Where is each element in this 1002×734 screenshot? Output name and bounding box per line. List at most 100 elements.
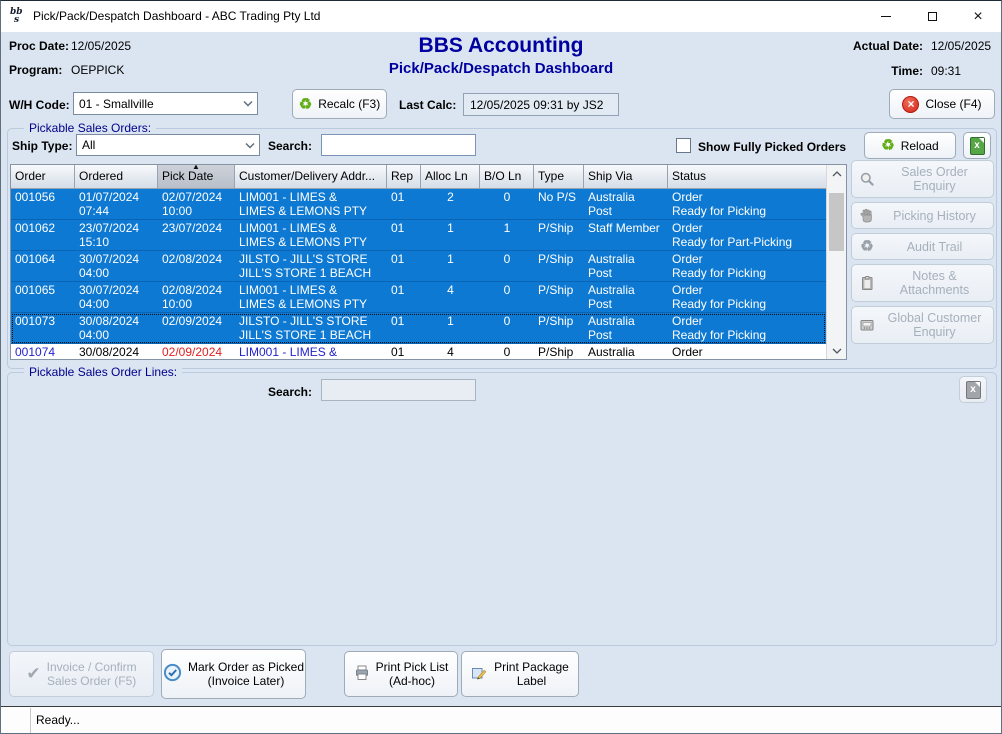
print-package-label-button[interactable]: Print PackageLabel (461, 651, 579, 697)
check-icon: ✔ (26, 664, 40, 684)
audit-trail-button[interactable]: ♻ Audit Trail (851, 233, 994, 260)
table-cell: 001074 (11, 344, 75, 359)
scroll-up-icon[interactable] (827, 165, 846, 182)
table-cell: Order (668, 344, 826, 359)
table-cell: 01 (387, 220, 421, 250)
column-header-type[interactable]: Type (534, 165, 584, 188)
last-calc-label: Last Calc: (399, 98, 456, 112)
invoice-confirm-button[interactable]: ✔ Invoice / ConfirmSales Order (F5) (9, 651, 154, 697)
window-close-button[interactable]: × (955, 1, 1001, 32)
column-header-bo-ln[interactable]: B/O Ln (480, 165, 534, 188)
table-cell: 001073 (11, 313, 75, 343)
close-f4-button[interactable]: × Close (F4) (889, 89, 995, 119)
column-header-alloc-ln[interactable]: Alloc Ln (421, 165, 480, 188)
column-header-status[interactable]: Status (668, 165, 826, 188)
column-header-customer[interactable]: Customer/Delivery Addr... (235, 165, 387, 188)
table-cell: 01 (387, 282, 421, 312)
global-customer-enquiry-button[interactable]: Global Customer Enquiry (851, 306, 994, 344)
orders-table-body: 00105601/07/202407:4402/07/202410:00LIM0… (11, 189, 826, 359)
side-button-label: Global Customer Enquiry (882, 311, 993, 339)
table-cell: OrderReady for Part-Picking (668, 220, 826, 250)
lines-search-input[interactable] (321, 379, 476, 401)
table-cell: 30/07/202404:00 (75, 282, 158, 312)
orders-export-excel-button[interactable]: x (963, 132, 991, 159)
column-header-pick-date[interactable]: ▲Pick Date (158, 165, 235, 188)
reload-button[interactable]: ♻ Reload (864, 132, 956, 159)
mark-order-picked-button[interactable]: Mark Order as Picked(Invoice Later) (161, 649, 306, 699)
sales-order-enquiry-button[interactable]: Sales Order Enquiry (851, 160, 994, 198)
table-cell: LIM001 - LIMES &LIMES & LEMONS PTY (235, 220, 387, 250)
table-cell: 001065 (11, 282, 75, 312)
side-button-label: Sales Order Enquiry (882, 165, 993, 193)
side-button-label: Picking History (882, 209, 993, 223)
wh-code-select[interactable]: 01 - Smallville (73, 92, 258, 115)
side-button-label: Notes & Attachments (882, 269, 993, 297)
table-cell: 001064 (11, 251, 75, 281)
print-pick-label-line1: Print Pick List (376, 660, 449, 674)
lines-export-excel-button[interactable]: x (959, 376, 987, 403)
table-cell: P/Ship (534, 344, 584, 359)
status-bar-cell (1, 708, 31, 733)
print-package-label-line1: Print Package (494, 660, 569, 674)
table-cell: 23/07/202415:10 (75, 220, 158, 250)
reload-label: Reload (901, 139, 939, 153)
maximize-button[interactable] (909, 1, 955, 32)
label-pencil-icon (471, 665, 488, 684)
table-row[interactable]: 00106530/07/202404:0002/08/202410:00LIM0… (11, 282, 826, 313)
ship-type-value: All (82, 138, 95, 152)
close-f4-label: Close (F4) (925, 97, 981, 111)
print-pick-list-button[interactable]: Print Pick List(Ad-hoc) (344, 651, 458, 697)
window-title: Pick/Pack/Despatch Dashboard - ABC Tradi… (33, 9, 320, 23)
table-cell: P/Ship (534, 282, 584, 312)
last-calc-value: 12/05/2025 09:31 by JS2 (470, 98, 603, 112)
orders-table: Order Ordered ▲Pick Date Customer/Delive… (10, 164, 847, 360)
lines-group-title: Pickable Sales Order Lines: (24, 365, 182, 379)
column-header-ordered[interactable]: Ordered (75, 165, 158, 188)
status-text: Ready... (36, 713, 80, 727)
recalc-button[interactable]: ♻ Recalc (F3) (292, 89, 387, 119)
notes-icon (852, 275, 882, 291)
mark-label-line2: (Invoice Later) (208, 674, 285, 688)
close-circle-icon: × (902, 96, 919, 113)
invoice-label-line1: Invoice / Confirm (47, 660, 137, 674)
print-pick-label-line2: (Ad-hoc) (389, 674, 435, 688)
table-cell: Australia (584, 344, 668, 359)
status-bar: Ready... (1, 706, 1001, 733)
orders-group-title: Pickable Sales Orders: (24, 121, 156, 135)
table-row[interactable]: 00105601/07/202407:4402/07/202410:00LIM0… (11, 189, 826, 220)
table-cell: AustraliaPost (584, 282, 668, 312)
column-header-rep[interactable]: Rep (387, 165, 421, 188)
table-cell: 02/09/2024 (158, 313, 235, 343)
table-cell: JILSTO - JILL'S STOREJILL'S STORE 1 BEAC… (235, 251, 387, 281)
orders-table-scrollbar[interactable] (826, 165, 846, 359)
excel-icon: x (970, 137, 985, 155)
scroll-down-icon[interactable] (827, 342, 846, 359)
table-cell: 0 (480, 189, 534, 219)
minimize-button[interactable] (863, 1, 909, 32)
column-header-ship-via[interactable]: Ship Via (584, 165, 668, 188)
table-cell: P/Ship (534, 313, 584, 343)
table-cell: 0 (480, 282, 534, 312)
table-cell: Staff Member (584, 220, 668, 250)
table-row[interactable]: 00106223/07/202415:1023/07/2024LIM001 - … (11, 220, 826, 251)
table-row[interactable]: 00107430/08/202402/09/2024LIM001 - LIMES… (11, 344, 826, 359)
table-cell: 1 (421, 220, 480, 250)
table-cell: 01 (387, 189, 421, 219)
table-cell: AustraliaPost (584, 189, 668, 219)
wh-code-label: W/H Code: (9, 98, 70, 112)
actual-date-value: 12/05/2025 (931, 39, 991, 53)
circled-check-icon (163, 663, 182, 685)
orders-search-input[interactable] (321, 134, 476, 156)
orders-group: Pickable Sales Orders: Ship Type: All Se… (7, 128, 997, 369)
scrollbar-thumb[interactable] (829, 193, 844, 251)
lines-group: Pickable Sales Order Lines: Search: x (7, 372, 997, 646)
table-row[interactable]: 00106430/07/202404:0002/08/2024JILSTO - … (11, 251, 826, 282)
picking-history-button[interactable]: Picking History (851, 202, 994, 229)
ship-type-select[interactable]: All (76, 134, 260, 156)
notes-attachments-button[interactable]: Notes & Attachments (851, 264, 994, 302)
table-row[interactable]: 00107330/08/202404:0002/09/2024JILSTO - … (11, 313, 826, 344)
show-fully-picked-checkbox[interactable] (676, 138, 691, 153)
column-header-order[interactable]: Order (11, 165, 75, 188)
show-fully-picked-label: Show Fully Picked Orders (698, 140, 846, 154)
chevron-down-icon (243, 100, 253, 108)
